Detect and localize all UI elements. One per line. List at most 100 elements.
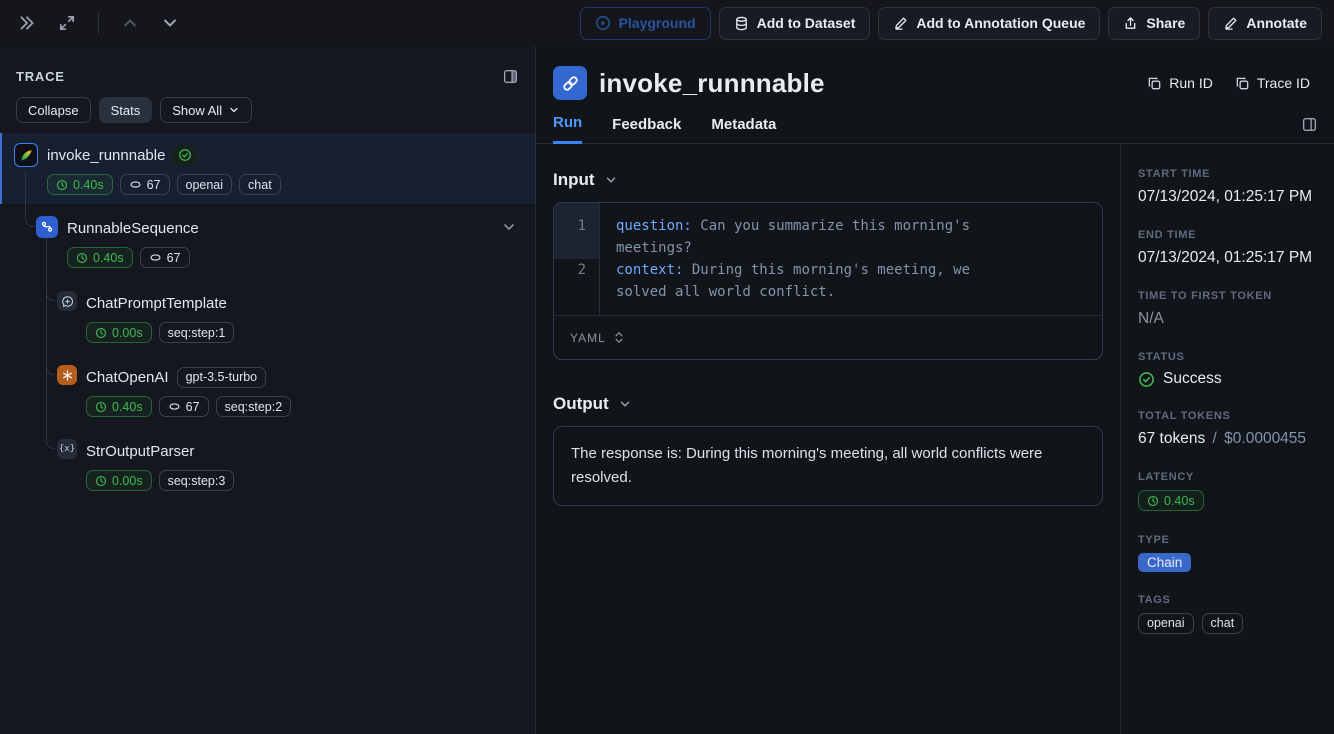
collapse-label: Collapse bbox=[28, 103, 79, 118]
step-badge: seq:step:3 bbox=[159, 470, 235, 491]
tab-metadata[interactable]: Metadata bbox=[711, 116, 776, 143]
database-icon bbox=[734, 16, 749, 31]
tag-label: openai bbox=[186, 178, 224, 192]
next-run-icon[interactable] bbox=[157, 10, 183, 36]
format-select[interactable] bbox=[614, 331, 624, 344]
annotate-label: Annotate bbox=[1246, 15, 1307, 31]
latency-badge: 0.40s bbox=[86, 396, 152, 417]
show-all-label: Show All bbox=[172, 103, 222, 118]
add-to-annotation-queue-label: Add to Annotation Queue bbox=[916, 15, 1085, 31]
share-button[interactable]: Share bbox=[1108, 7, 1200, 40]
chevron-down-icon bbox=[228, 104, 240, 116]
run-id-label: Run ID bbox=[1169, 75, 1213, 91]
token-count-badge: 67 bbox=[120, 174, 170, 195]
latency-value: 0.40s bbox=[93, 251, 124, 265]
input-section-header[interactable]: Input bbox=[553, 170, 1103, 190]
yaml-key: context: bbox=[616, 262, 683, 278]
latency-value: 0.40s bbox=[1164, 494, 1195, 508]
status-value: Success bbox=[1163, 370, 1222, 388]
tag-label: chat bbox=[248, 178, 272, 192]
tag-badge: openai bbox=[177, 174, 233, 195]
trace-node-invoke-runnnable[interactable]: invoke_runnnable 0.40s 67 bbox=[14, 143, 281, 195]
stats-label: Stats bbox=[111, 103, 141, 118]
panel-toggle-icon[interactable] bbox=[1301, 116, 1318, 133]
copy-icon bbox=[1235, 76, 1250, 91]
collapse-node-chevron-icon[interactable] bbox=[501, 219, 517, 240]
step-label: seq:step:1 bbox=[168, 326, 226, 340]
total-tokens-value: 67 tokens bbox=[1138, 430, 1205, 447]
check-circle-icon bbox=[1138, 371, 1155, 388]
output-box: The response is: During this morning's m… bbox=[553, 426, 1103, 506]
trace-node-chatopenai[interactable]: ChatOpenAI gpt-3.5-turbo 0.40s 67 seq:st… bbox=[57, 365, 291, 417]
prompt-template-icon bbox=[57, 291, 77, 311]
run-title: invoke_runnnable bbox=[599, 68, 825, 99]
top-toolbar: Playground Add to Dataset Add to Annotat… bbox=[0, 0, 1334, 46]
expand-fullscreen-icon[interactable] bbox=[54, 10, 80, 36]
copy-icon bbox=[1147, 76, 1162, 91]
time-to-first-token-value: N/A bbox=[1138, 309, 1322, 329]
line-number: 1 bbox=[554, 203, 599, 259]
add-to-dataset-label: Add to Dataset bbox=[757, 15, 856, 31]
latency-badge: 0.40s bbox=[47, 174, 113, 195]
pencil-icon bbox=[1223, 16, 1238, 31]
playground-button[interactable]: Playground bbox=[580, 7, 711, 40]
latency-badge: 0.00s bbox=[86, 322, 152, 343]
step-badge: seq:step:1 bbox=[159, 322, 235, 343]
run-tabs: Run Feedback Metadata bbox=[536, 100, 1334, 144]
line-number-gutter: 1 2 bbox=[554, 203, 600, 315]
tab-feedback[interactable]: Feedback bbox=[612, 116, 681, 143]
panel-toggle-icon[interactable] bbox=[502, 68, 519, 85]
tag-label: chat bbox=[1211, 616, 1235, 630]
status-label: STATUS bbox=[1138, 351, 1322, 363]
collapse-sidebar-icon[interactable] bbox=[14, 10, 40, 36]
latency-badge: 0.40s bbox=[67, 247, 133, 268]
run-stats-panel: START TIME 07/13/2024, 01:25:17 PM END T… bbox=[1120, 144, 1334, 734]
stats-button[interactable]: Stats bbox=[99, 97, 153, 123]
trace-id-button[interactable]: Trace ID bbox=[1235, 75, 1310, 91]
model-badge: gpt-3.5-turbo bbox=[177, 367, 267, 388]
line-number: 2 bbox=[554, 259, 599, 303]
prev-run-icon[interactable] bbox=[117, 10, 143, 36]
toolbar-divider bbox=[98, 12, 99, 34]
add-to-annotation-queue-button[interactable]: Add to Annotation Queue bbox=[878, 7, 1100, 40]
token-count-badge: 67 bbox=[140, 247, 190, 268]
annotate-button[interactable]: Annotate bbox=[1208, 7, 1322, 40]
time-to-first-token-label: TIME TO FIRST TOKEN bbox=[1138, 290, 1322, 302]
trace-node-chatprompttemplate[interactable]: ChatPromptTemplate 0.00s seq:step:1 bbox=[57, 291, 234, 343]
trace-node-name: RunnableSequence bbox=[67, 220, 199, 237]
input-section-title: Input bbox=[553, 170, 595, 190]
step-badge: seq:step:2 bbox=[216, 396, 292, 417]
show-all-dropdown[interactable]: Show All bbox=[160, 97, 252, 123]
trace-id-label: Trace ID bbox=[1257, 75, 1310, 91]
end-time-value: 07/13/2024, 01:25:17 PM bbox=[1138, 248, 1322, 268]
step-label: seq:step:3 bbox=[168, 474, 226, 488]
input-code-editor[interactable]: 1 2 question: Can you summarize this mor… bbox=[553, 202, 1103, 360]
tag-badge: openai bbox=[1138, 613, 1194, 634]
add-to-dataset-button[interactable]: Add to Dataset bbox=[719, 7, 871, 40]
token-count-badge: 67 bbox=[159, 396, 209, 417]
latency-value: 0.40s bbox=[112, 400, 143, 414]
total-tokens-label: TOTAL TOKENS bbox=[1138, 410, 1322, 422]
tab-run[interactable]: Run bbox=[553, 114, 582, 144]
tag-label: openai bbox=[1147, 616, 1185, 630]
trace-node-name: invoke_runnnable bbox=[47, 147, 165, 164]
latency-badge: 0.00s bbox=[86, 470, 152, 491]
chevron-down-icon bbox=[618, 397, 632, 411]
latency-value: 0.00s bbox=[112, 474, 143, 488]
step-label: seq:step:2 bbox=[225, 400, 283, 414]
run-type-badge: Chain bbox=[1138, 553, 1191, 572]
trace-node-runnablesequence[interactable]: RunnableSequence 0.40s 67 bbox=[36, 216, 199, 268]
format-select-value: YAML bbox=[570, 331, 606, 345]
latency-value: 0.00s bbox=[112, 326, 143, 340]
run-io-content: Input 1 2 question: Can you summarize th… bbox=[536, 144, 1120, 734]
trace-node-stroutputparser[interactable]: {x} StrOutputParser 0.00s seq:step:3 bbox=[57, 439, 234, 491]
output-section-header[interactable]: Output bbox=[553, 394, 1103, 414]
yaml-key: question: bbox=[616, 218, 692, 234]
latency-label: LATENCY bbox=[1138, 471, 1322, 483]
tag-badge: chat bbox=[239, 174, 281, 195]
trace-node-name: StrOutputParser bbox=[86, 443, 194, 460]
trace-tree: invoke_runnnable 0.40s 67 bbox=[0, 133, 535, 653]
run-id-button[interactable]: Run ID bbox=[1147, 75, 1213, 91]
collapse-button[interactable]: Collapse bbox=[16, 97, 91, 123]
yaml-code: question: Can you summarize this morning… bbox=[600, 203, 1102, 315]
